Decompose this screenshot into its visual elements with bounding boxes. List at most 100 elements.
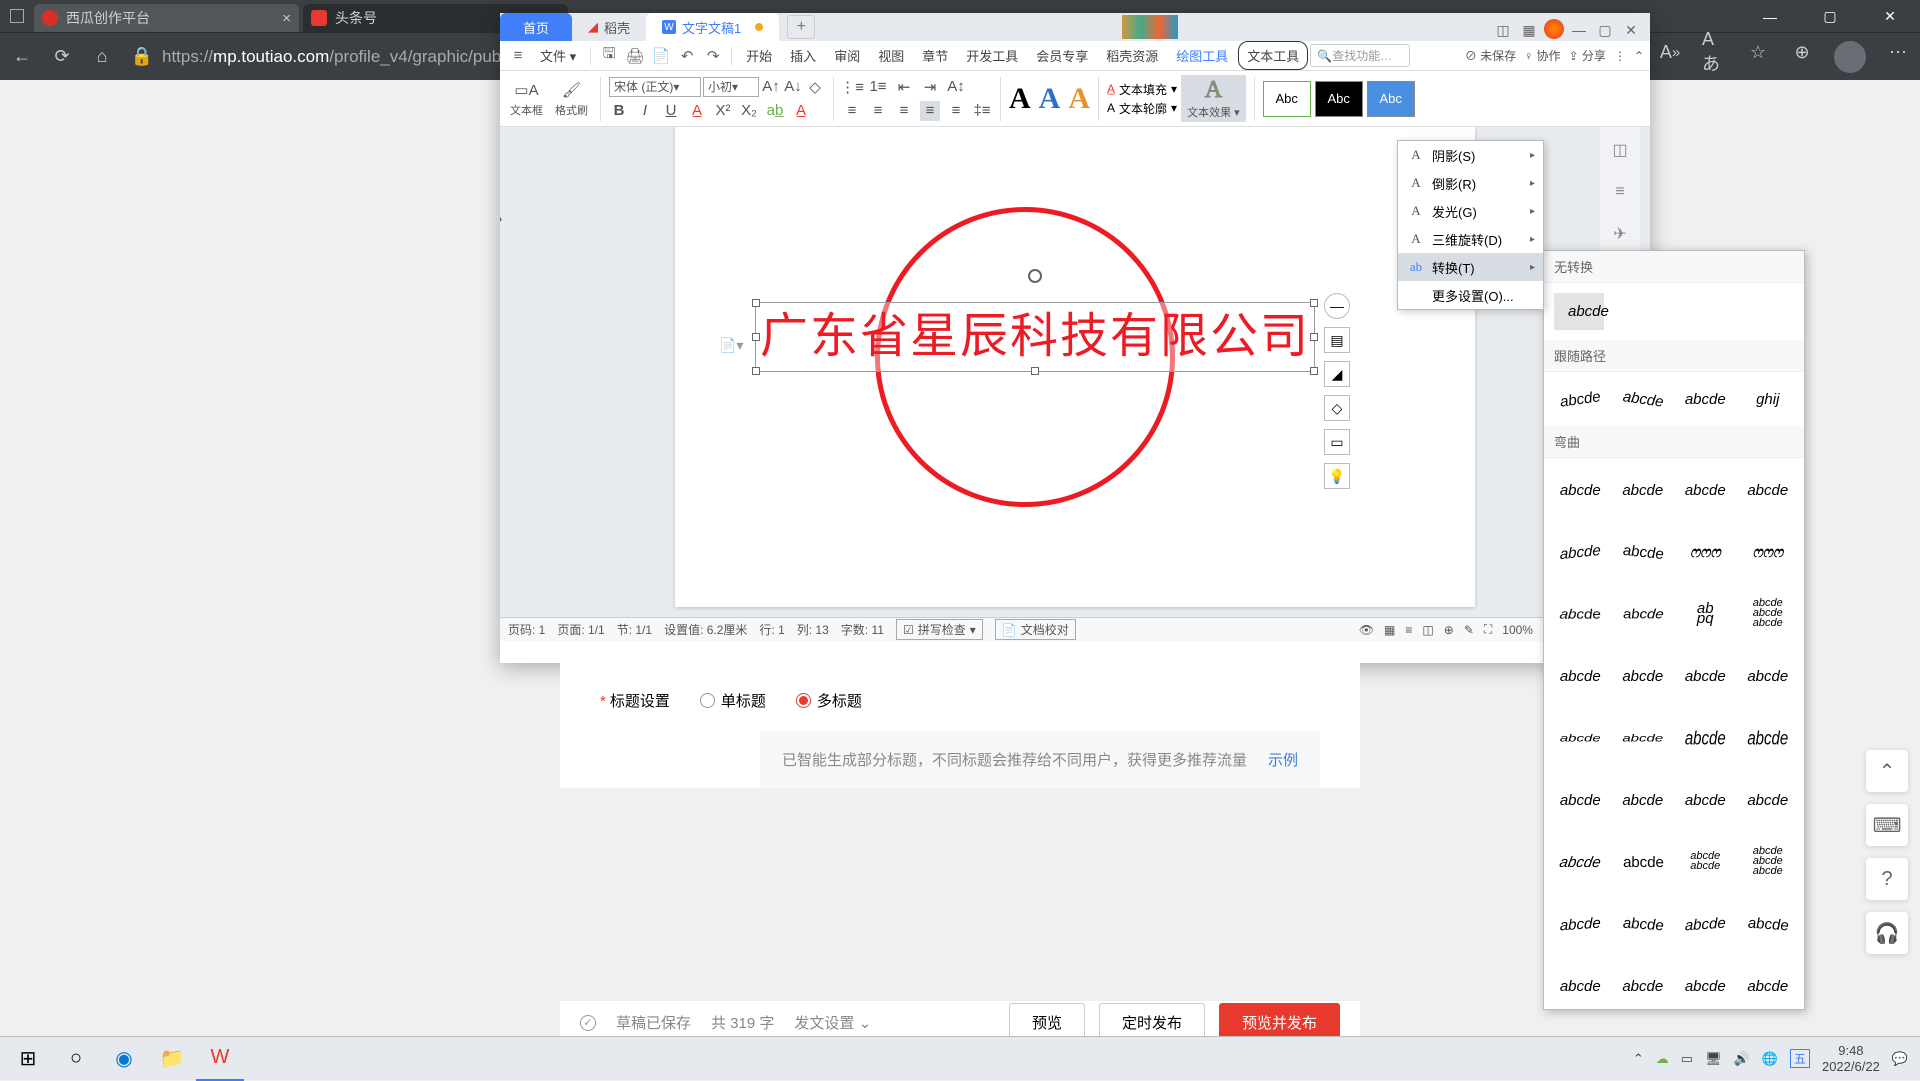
tray-ime-icon[interactable]: 五 <box>1790 1049 1810 1068</box>
menu-view[interactable]: 视图 <box>870 42 912 69</box>
highlight-icon[interactable]: ab̲ <box>765 101 785 121</box>
wps-maximize[interactable]: ▢ <box>1594 19 1616 41</box>
function-search[interactable]: 🔍 查找功能… <box>1310 44 1410 67</box>
explorer-icon[interactable]: 📁 <box>148 1037 196 1081</box>
bend-option[interactable]: abcde <box>1613 462 1674 518</box>
align-justify-icon[interactable]: ≡ <box>920 101 940 121</box>
text-effects-button[interactable]: A 文本效果 ▾ <box>1181 75 1246 122</box>
resize-handle-se[interactable] <box>1310 367 1318 375</box>
print-icon[interactable]: 🖨 <box>623 44 647 68</box>
font-family-select[interactable]: 宋体 (正文) ▾ <box>609 77 701 97</box>
bend-option[interactable]: ෆෆෆ <box>1675 524 1736 580</box>
status-page[interactable]: 页面: 1/1 <box>557 621 604 638</box>
bend-option[interactable]: abcde <box>1550 958 1611 1010</box>
resize-handle-sw[interactable] <box>752 367 760 375</box>
tray-network-icon[interactable]: 🌐 <box>1762 1051 1778 1067</box>
wps-tab-home[interactable]: 首页 <box>500 13 572 41</box>
resize-handle-ne[interactable] <box>1310 299 1318 307</box>
fill-tool-icon[interactable]: ◢ <box>1324 361 1350 387</box>
more-options-icon[interactable]: ⋮ <box>1614 49 1626 63</box>
wps-tab-daoke[interactable]: ◢稻壳 <box>572 13 646 41</box>
sort-icon[interactable]: A↕ <box>946 77 966 97</box>
bend-option[interactable]: abcde <box>1613 718 1674 757</box>
wordart-presets[interactable]: A A A <box>1009 82 1090 116</box>
tray-chevron-icon[interactable]: ⌃ <box>1633 1051 1644 1067</box>
bend-option[interactable]: abcde <box>1550 718 1611 757</box>
wps-user-avatar[interactable] <box>1544 19 1564 39</box>
reader-icon[interactable]: Aあ <box>1702 41 1726 65</box>
wrap-text-icon[interactable]: ▤ <box>1324 327 1350 353</box>
redo-icon[interactable]: ↷ <box>701 44 725 68</box>
bend-option[interactable]: abcde <box>1550 648 1611 704</box>
resize-handle-s[interactable] <box>1031 367 1039 375</box>
status-chars[interactable]: 字数: 11 <box>841 621 884 638</box>
align-center-icon[interactable]: ≡ <box>868 101 888 121</box>
font-size-select[interactable]: 小初 ▾ <box>703 77 759 97</box>
bend-option[interactable]: abcde <box>1613 521 1674 583</box>
resize-handle-w[interactable] <box>752 333 760 341</box>
menu-section[interactable]: 章节 <box>914 42 956 69</box>
home-icon[interactable]: ⌂ <box>90 45 114 69</box>
spellcheck-toggle[interactable]: ☑ 拼写检查 ▾ <box>896 619 983 640</box>
tray-display-icon[interactable]: 🖥 <box>1705 1051 1722 1067</box>
wps-tab-document[interactable]: W 文字文稿1 <box>646 13 779 41</box>
save-icon[interactable]: 🖫 <box>597 44 621 68</box>
menu-member[interactable]: 会员专享 <box>1028 42 1096 69</box>
bend-option[interactable]: abcde <box>1605 582 1680 635</box>
browser-tab-0[interactable]: 西瓜创作平台 × <box>34 4 299 32</box>
wps-close[interactable]: ✕ <box>1620 19 1642 41</box>
bend-option[interactable]: abcdeabcdeabcde <box>1738 586 1799 642</box>
shape-outline-tool-icon[interactable]: ◇ <box>1324 395 1350 421</box>
wps-taskbar-icon[interactable]: W <box>196 1037 244 1081</box>
profile-avatar[interactable] <box>1834 41 1866 73</box>
effect-transform[interactable]: ab转换(T)▸ <box>1398 253 1543 281</box>
bend-option[interactable]: abcdeabcde <box>1675 834 1736 890</box>
bend-option[interactable]: abcde <box>1608 834 1678 890</box>
underline-icon[interactable]: U <box>661 101 681 121</box>
bend-option[interactable]: abcde <box>1545 834 1615 890</box>
align-dist-icon[interactable]: ≡ <box>946 101 966 121</box>
align-right-icon[interactable]: ≡ <box>894 101 914 121</box>
style-preview-white[interactable]: Abc <box>1263 81 1311 117</box>
rotate-handle[interactable] <box>1028 269 1042 283</box>
scroll-top-button[interactable]: ⌃ <box>1866 750 1908 792</box>
start-button[interactable]: ⊞ <box>4 1037 52 1081</box>
bend-option[interactable]: abcde <box>1675 772 1736 828</box>
help-button[interactable]: ? <box>1866 858 1908 900</box>
bold-icon[interactable]: B <box>609 101 629 121</box>
transform-none-option[interactable]: abcde <box>1554 293 1604 330</box>
nav-pane-icon[interactable]: ≡ <box>1609 181 1631 203</box>
bullet-list-icon[interactable]: ⋮≡ <box>842 77 862 97</box>
wordart-style-3[interactable]: A <box>1068 82 1090 116</box>
shape-effects-tool-icon[interactable]: ▭ <box>1324 429 1350 455</box>
wps-minimize[interactable]: — <box>1568 19 1590 41</box>
refresh-icon[interactable]: ⟳ <box>50 45 74 69</box>
tray-onedrive-icon[interactable]: ☁ <box>1656 1051 1669 1067</box>
bend-option[interactable]: abcde <box>1738 462 1799 518</box>
text-outline-button[interactable]: A文本轮廓 ▾ <box>1107 100 1177 117</box>
radio-single-title[interactable]: 单标题 <box>700 690 766 711</box>
bend-option[interactable]: abcde <box>1675 648 1736 704</box>
format-painter-group[interactable]: 🖌 格式刷 <box>551 80 592 118</box>
search-button[interactable]: ○ <box>52 1037 100 1081</box>
idea-icon[interactable]: 💡 <box>1324 463 1350 489</box>
view-web-icon[interactable]: ◫ <box>1422 623 1433 637</box>
floating-undo-icon[interactable]: ↶ <box>500 209 502 235</box>
bend-option[interactable]: abcde <box>1738 894 1799 954</box>
number-list-icon[interactable]: 1≡ <box>868 77 888 97</box>
tray-battery-icon[interactable]: ▭ <box>1681 1051 1693 1067</box>
window-maximize[interactable]: ▢ <box>1800 0 1860 33</box>
bend-option[interactable]: abcde <box>1738 958 1799 1010</box>
style-preview-black[interactable]: Abc <box>1315 81 1363 117</box>
tray-volume-icon[interactable]: 🔊 <box>1734 1051 1750 1067</box>
view-read-icon[interactable]: ⊕ <box>1444 623 1454 637</box>
menu-draw-tool[interactable]: 绘图工具 <box>1168 42 1236 69</box>
bend-option[interactable]: abcde <box>1675 958 1736 1010</box>
grid-icon[interactable]: ▦ <box>1518 19 1540 41</box>
unsaved-status[interactable]: ⊘ 未保存 <box>1465 47 1516 64</box>
back-icon[interactable]: ← <box>10 45 34 69</box>
grow-font-icon[interactable]: A↑ <box>761 77 781 97</box>
bend-option[interactable]: abcde <box>1675 702 1736 775</box>
path-arch-up[interactable]: abcde <box>1547 372 1613 426</box>
bend-option[interactable]: abcde <box>1613 648 1674 704</box>
